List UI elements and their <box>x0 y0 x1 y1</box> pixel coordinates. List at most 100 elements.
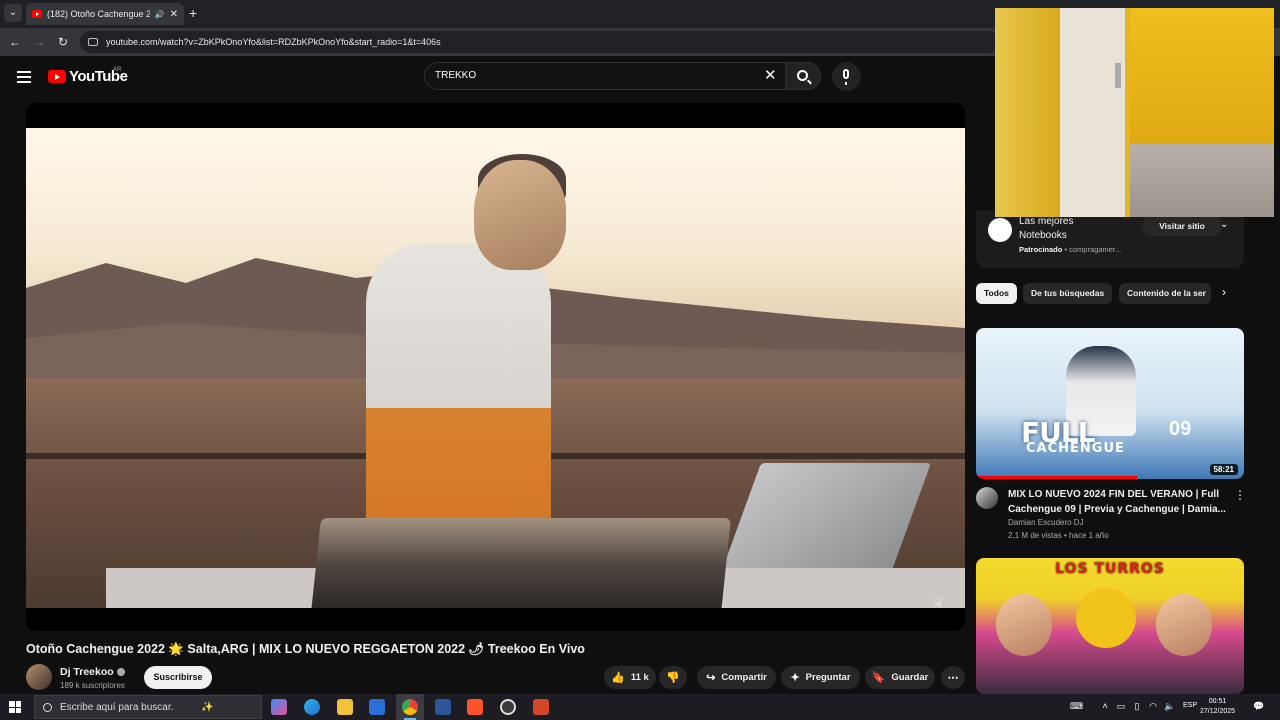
country-code: AR <box>113 67 122 73</box>
browser-tab[interactable]: (182) Otoño Cachengue 20 🔊 ✕ <box>26 3 184 25</box>
clock-time: 00:51 <box>1208 698 1227 705</box>
copilot-icon[interactable] <box>271 699 287 715</box>
like-count: 11 k <box>630 672 649 683</box>
file-explorer-icon[interactable] <box>337 699 353 715</box>
windows-start-icon[interactable] <box>9 701 21 713</box>
subscriber-count: 189 k suscriptores <box>60 681 125 690</box>
tab-title: (182) Otoño Cachengue 20 <box>47 9 150 19</box>
more-vertical-icon[interactable]: ⋮ <box>1234 488 1246 502</box>
battery-icon[interactable]: ▯ <box>1132 701 1142 711</box>
share-label: Compartir <box>721 672 767 683</box>
network-icon[interactable]: ▭ <box>1116 701 1126 711</box>
dj-head <box>474 160 566 270</box>
thumbs-down-icon: 👎 <box>666 672 680 684</box>
clock[interactable]: 00:51 27/12/2025 <box>1200 697 1235 717</box>
chip-series-content[interactable]: Contenido de la ser <box>1119 283 1211 304</box>
search-icon <box>797 70 808 81</box>
url-text[interactable]: youtube.com/watch?v=ZbKPkOnoYfo&list=RDZ… <box>106 37 441 47</box>
ad-title[interactable]: Las mejores Notebooks <box>1019 215 1119 243</box>
store-icon[interactable] <box>369 699 385 715</box>
channel-avatar[interactable] <box>976 487 998 509</box>
chip-all[interactable]: Todos <box>976 283 1017 304</box>
speaker-icon[interactable]: 🔊 <box>155 10 165 19</box>
webcam-wall <box>995 8 1065 217</box>
hamburger-menu-icon[interactable] <box>17 71 31 83</box>
chevron-down-icon[interactable]: ⌄ <box>1220 219 1228 230</box>
chevron-right-icon[interactable]: › <box>1222 285 1226 299</box>
visit-site-button[interactable]: Visitar sitio <box>1142 216 1222 236</box>
reload-icon[interactable]: ↻ <box>55 34 71 50</box>
youtube-favicon-icon <box>32 10 42 18</box>
save-label: Guardar <box>891 672 929 683</box>
more-actions-button[interactable]: ⋯ <box>941 666 965 689</box>
keyboard-icon[interactable]: ⌨ <box>1070 701 1083 711</box>
thumbs-up-icon: 👍 <box>611 672 625 684</box>
thumbnail-title: LOS TURROS <box>1055 561 1165 577</box>
word-icon[interactable] <box>435 699 451 715</box>
search-button[interactable] <box>785 62 821 90</box>
channel-name-text[interactable]: Dj Treekoo <box>60 666 114 678</box>
ask-label: Preguntar <box>805 672 851 683</box>
chip-from-searches[interactable]: De tus búsquedas <box>1023 283 1113 304</box>
windows-taskbar: Escribe aquí para buscar. ✨ ⌨ ˄ ▭ ▯ ◠ 🔈 … <box>0 694 1280 720</box>
voice-search-button[interactable] <box>832 62 861 91</box>
chrome-icon[interactable] <box>402 699 418 715</box>
more-horizontal-icon: ⋯ <box>947 672 959 684</box>
channel-avatar[interactable] <box>26 664 52 690</box>
subscribe-button[interactable]: Suscribirse <box>144 666 212 689</box>
save-button[interactable]: 🔖 Guardar <box>865 666 935 689</box>
site-info-icon[interactable] <box>88 38 98 46</box>
input-language[interactable]: ESP <box>1183 702 1197 709</box>
youtube-play-icon <box>48 70 66 83</box>
advertiser-logo <box>988 218 1012 242</box>
clock-date: 27/12/2025 <box>1200 708 1236 715</box>
microphone-icon <box>843 69 849 85</box>
search-icon <box>43 702 52 712</box>
clear-search-icon[interactable]: ✕ <box>764 68 777 83</box>
recommendation-channel[interactable]: Damian Escudero DJ <box>1008 518 1084 527</box>
forward-icon[interactable]: → <box>31 34 47 50</box>
ad-meta: Patrocinado • compragamer... <box>1019 245 1122 254</box>
close-tab-icon[interactable]: ✕ <box>170 9 178 20</box>
back-icon[interactable]: ← <box>7 34 23 50</box>
ask-button[interactable]: ✦ Preguntar <box>781 666 860 689</box>
channel-name[interactable]: Dj Treekoo <box>60 666 125 678</box>
thumbnail-number: 09 <box>1169 418 1192 440</box>
search-input[interactable]: TREKKO <box>424 62 786 90</box>
recommendation-thumbnail[interactable]: LOS TURROS <box>976 558 1244 694</box>
sponsored-label: Patrocinado <box>1019 245 1063 254</box>
webcam-room <box>1130 8 1274 217</box>
verified-icon <box>116 668 125 677</box>
volume-icon[interactable]: 🔈 <box>1164 701 1175 711</box>
sponsored-ad[interactable]: Las mejores Notebooks Patrocinado • comp… <box>976 210 1244 268</box>
dislike-button[interactable]: 👎 <box>659 666 687 689</box>
thumbnail-logo <box>1076 588 1136 648</box>
taskbar-search[interactable]: Escribe aquí para buscar. ✨ <box>34 695 262 719</box>
powerpoint-icon[interactable] <box>533 699 549 715</box>
webcam-overlay <box>995 8 1274 217</box>
dj-person <box>366 243 551 543</box>
address-bar[interactable]: youtube.com/watch?v=ZbKPkOnoYfo&list=RDZ… <box>80 31 1000 53</box>
recommendation-meta: 2,1 M de vistas • hace 1 año <box>1008 531 1109 540</box>
brave-icon[interactable] <box>467 699 483 715</box>
share-button[interactable]: ↪ Compartir <box>697 666 776 689</box>
watched-progress-bar <box>976 476 1137 479</box>
tab-list-button[interactable]: ⌄ <box>4 4 22 22</box>
wifi-icon[interactable]: ◠ <box>1148 701 1158 711</box>
video-title: Otoño Cachengue 2022 🌟 Salta,ARG | MIX L… <box>26 642 585 656</box>
duration-badge: 58:21 <box>1209 464 1238 475</box>
edge-icon[interactable] <box>304 699 320 715</box>
like-button[interactable]: 👍 11 k <box>604 666 656 689</box>
obs-icon[interactable] <box>500 699 516 715</box>
recommendation-title[interactable]: MIX LO NUEVO 2024 FIN DEL VERANO | Full … <box>1008 487 1230 517</box>
thumbnail-subtitle: CACHENGUE <box>1026 441 1125 456</box>
chevron-up-icon[interactable]: ˄ <box>1100 701 1110 711</box>
dj-controller <box>311 518 731 608</box>
new-tab-button[interactable]: + <box>189 5 197 21</box>
notifications-icon[interactable]: 💬 <box>1253 701 1264 711</box>
video-player[interactable]: ☟ <box>26 103 965 631</box>
taskbar-search-placeholder[interactable]: Escribe aquí para buscar. <box>60 702 173 713</box>
recommendation-thumbnail[interactable]: FULL 09 CACHENGUE 58:21 <box>976 328 1244 479</box>
video-frame[interactable] <box>26 128 965 608</box>
hand-cursor-icon: ☟ <box>934 595 943 611</box>
